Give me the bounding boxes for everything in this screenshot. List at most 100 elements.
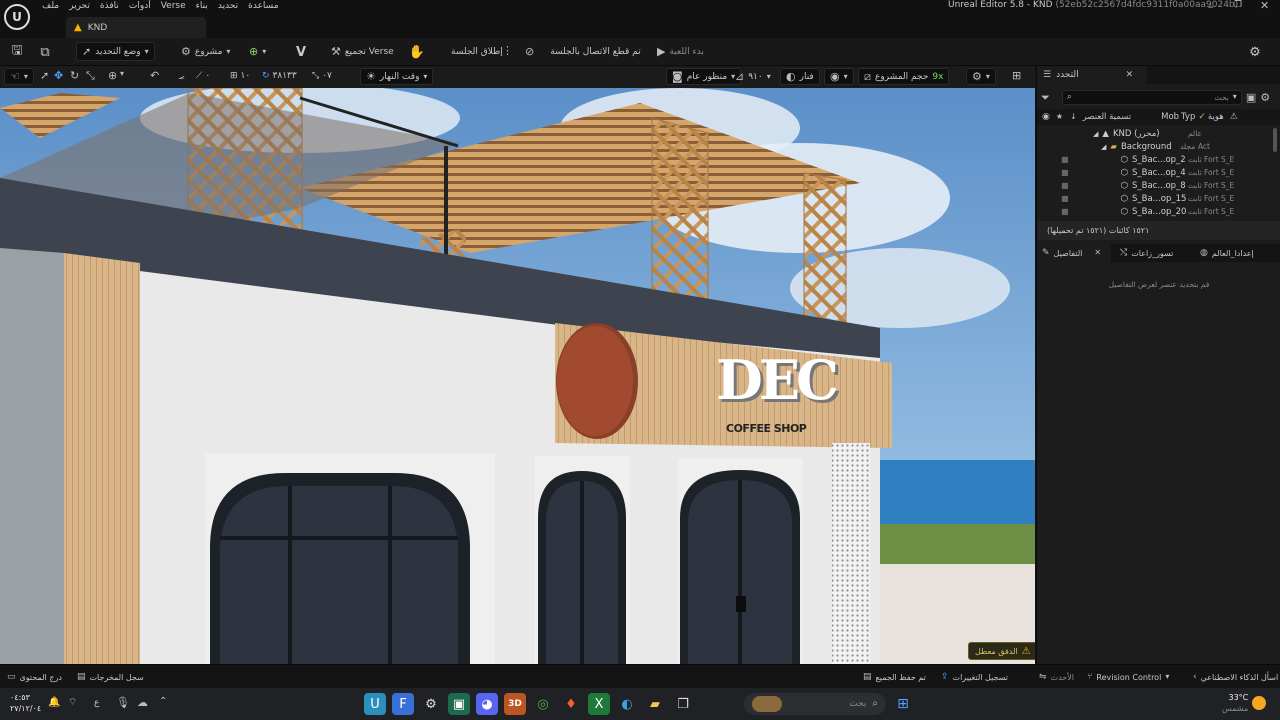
- select-tool-icon[interactable]: ➚: [40, 70, 49, 81]
- windows-start-icon[interactable]: ⊞: [892, 693, 914, 715]
- menu-item-file[interactable]: ملف: [42, 1, 59, 11]
- menu-item-select[interactable]: تحديد: [218, 1, 238, 11]
- grid-snap[interactable]: ⊞ ١٠: [230, 71, 250, 81]
- tab-layers[interactable]: ⤭ تسور_زاعات: [1117, 244, 1187, 262]
- visibility-toggle-icon[interactable]: ■: [1061, 194, 1069, 203]
- content-drawer-button[interactable]: ▭ درج المحتوى: [2, 668, 67, 686]
- wifi-icon[interactable]: ⌔: [68, 698, 77, 708]
- outliner-row-mesh[interactable]: ■ ⬡ S_Bac...op_4 ثابت Fort S_E: [1037, 166, 1280, 179]
- world-space-icon[interactable]: ⊕: [108, 70, 117, 81]
- menu-item-tools[interactable]: أدوات: [129, 1, 151, 11]
- output-log-button[interactable]: ▤ سجل المخرجات: [72, 668, 149, 686]
- brave-icon[interactable]: ♦: [560, 693, 582, 715]
- outliner-row-mesh[interactable]: ■ ⬡ S_Ba...op_20 ثابت Fort S_E: [1037, 205, 1280, 218]
- close-icon[interactable]: ✕: [1126, 70, 1134, 80]
- settings-gears-icon[interactable]: ⚙: [1244, 41, 1266, 63]
- show-flags-dropdown[interactable]: ◉ ▾: [824, 68, 854, 85]
- session-status[interactable]: ⊘ تم قطع الاتصال بالجلسة: [520, 42, 646, 61]
- discord-icon[interactable]: ◕: [476, 693, 498, 715]
- chevron-down-icon[interactable]: ▾: [120, 70, 124, 78]
- weather-widget[interactable]: 33°C مشمس: [1222, 692, 1248, 714]
- outliner-row-mesh[interactable]: ■ ⬡ S_Bac...op_2 ثابت Fort S_E: [1037, 153, 1280, 166]
- tab-outliner[interactable]: ☰ التحدد ✕: [1037, 66, 1147, 84]
- ask-ai-button[interactable]: ‹ اسأل الذكاء الاصطناعي: [1188, 668, 1280, 686]
- outliner-row-mesh[interactable]: ■ ⬡ S_Ba...op_15 ثابت Fort S_E: [1037, 192, 1280, 205]
- filter-icon[interactable]: ⏷: [1041, 92, 1050, 103]
- 3d-app-icon[interactable]: 3D: [504, 693, 526, 715]
- unreal-logo-icon[interactable]: U: [4, 4, 30, 30]
- content-browser-icon[interactable]: ⧉: [34, 41, 56, 63]
- verse-build-button[interactable]: ⚒ تجميع Verse: [326, 42, 399, 61]
- visibility-eye-icon[interactable]: ◉: [1042, 112, 1050, 122]
- menu-item-build[interactable]: بناء: [196, 1, 208, 11]
- close-icon[interactable]: ✕: [1094, 249, 1101, 257]
- session-icon[interactable]: ✋: [406, 41, 428, 63]
- expand-arrow-icon[interactable]: ◢: [1101, 143, 1106, 151]
- task-view-icon[interactable]: ❐: [672, 693, 694, 715]
- add-content-button[interactable]: ⊕ ▾: [244, 42, 271, 61]
- outliner-row-world[interactable]: ◢ ▲ KND (محرر) عالم: [1037, 127, 1280, 140]
- app-green-icon[interactable]: ▣: [448, 693, 470, 715]
- outliner-search-input[interactable]: ⌕ بحث ▾: [1061, 89, 1242, 105]
- taskbar-search[interactable]: بحث ⌕: [744, 693, 886, 715]
- revision-control-dropdown[interactable]: ⑂ Revision Control ▾: [1082, 668, 1174, 686]
- unreal-app-icon[interactable]: U: [364, 693, 386, 715]
- expand-arrow-icon[interactable]: ◢: [1093, 130, 1098, 138]
- settings-app-icon[interactable]: ⚙: [420, 693, 442, 715]
- mode-select-dropdown[interactable]: ➚ وضع التحديد ▾: [76, 42, 155, 61]
- lit-mode-dropdown[interactable]: ◐ فنار: [780, 68, 820, 85]
- scale-tool-icon[interactable]: ⤡: [86, 70, 95, 81]
- menu-item-window[interactable]: نافذة: [100, 1, 119, 11]
- more-options-icon[interactable]: ⋮: [502, 45, 513, 56]
- tab-details[interactable]: ✎ التفاصيل ✕: [1037, 244, 1111, 262]
- time-of-day-dropdown[interactable]: ☀ وقت النهار ▾: [360, 68, 434, 85]
- scale-snap[interactable]: ⤡ ٠٧: [312, 71, 332, 81]
- excel-icon[interactable]: X: [588, 693, 610, 715]
- launch-session-button[interactable]: إطلاق الجلسة: [446, 42, 508, 61]
- surface-snap-icon[interactable]: ↶: [150, 70, 159, 81]
- chevron-up-icon[interactable]: ⌃: [159, 697, 167, 707]
- close-icon[interactable]: ✕: [1260, 0, 1269, 11]
- folder-add-icon[interactable]: ▣: [1246, 92, 1256, 103]
- star-icon[interactable]: ★: [1056, 113, 1063, 121]
- tab-knd[interactable]: ▲ KND: [66, 17, 206, 38]
- layout-icon[interactable]: ⊞: [1012, 70, 1021, 81]
- settings-icon[interactable]: ⚙: [1260, 92, 1270, 103]
- outliner-scrollbar[interactable]: [1273, 128, 1277, 152]
- viewport-settings-dropdown[interactable]: ⚙ ▾: [966, 68, 996, 85]
- chrome-icon[interactable]: ◎: [532, 693, 554, 715]
- visibility-toggle-icon[interactable]: ■: [1061, 207, 1069, 216]
- streaming-warning[interactable]: الدفق معطل ⚠: [968, 642, 1035, 660]
- tab-world-settings[interactable]: ◍ إعدادا_العالم: [1197, 244, 1280, 262]
- latest-button[interactable]: ⇋ الأحدث: [1034, 668, 1079, 686]
- project-size-indicator[interactable]: ⧄ حجم المشروع 9x: [858, 68, 950, 85]
- clock[interactable]: ٠٤:٥٣ ٢٧/١٢/٠٤: [10, 692, 41, 714]
- pin-icon[interactable]: ↓: [1070, 113, 1077, 121]
- project-dropdown[interactable]: ⚙ مشروع ▾: [176, 42, 235, 61]
- level-viewport[interactable]: DEC COFFEE SHOP الدفق معطل ⚠: [0, 88, 1035, 664]
- microphone-icon[interactable]: 🎙: [116, 697, 130, 708]
- save-icon[interactable]: 🖫: [6, 41, 28, 63]
- outliner-row-mesh[interactable]: ■ ⬡ S_Bac...op_8 ثابت Fort S_E: [1037, 179, 1280, 192]
- language-indicator[interactable]: ع: [94, 698, 99, 708]
- menu-item-edit[interactable]: تحرير: [69, 1, 90, 11]
- visibility-toggle-icon[interactable]: ■: [1061, 155, 1069, 164]
- cloud-icon[interactable]: ☁: [137, 697, 148, 708]
- file-explorer-icon[interactable]: ▰: [644, 693, 666, 715]
- snap-rotation-icon[interactable]: ⦟: [178, 70, 185, 81]
- start-game-button[interactable]: ▶ بدء اللعبة: [652, 42, 709, 61]
- minimize-icon[interactable]: –: [1208, 1, 1214, 12]
- verse-icon[interactable]: V: [290, 41, 312, 63]
- move-tool-icon[interactable]: ✥: [54, 70, 63, 81]
- menu-item-help[interactable]: مساعدة: [248, 1, 278, 11]
- record-changes-button[interactable]: ⇪ تسجيل التغييرات: [936, 668, 1013, 686]
- visibility-toggle-icon[interactable]: ■: [1061, 181, 1069, 190]
- rotation-snap[interactable]: ↻ ٣٨١٣٣: [262, 71, 297, 81]
- edge-icon[interactable]: ◐: [616, 693, 638, 715]
- visibility-toggle-icon[interactable]: ■: [1061, 168, 1069, 177]
- restore-icon[interactable]: ❐: [1234, 1, 1242, 10]
- all-saved-status[interactable]: ▤ تم حفظ الجميع: [858, 668, 931, 686]
- menu-item-verse[interactable]: Verse: [161, 1, 186, 11]
- notification-icon[interactable]: 🔔: [48, 698, 60, 708]
- app-f-icon[interactable]: F: [392, 693, 414, 715]
